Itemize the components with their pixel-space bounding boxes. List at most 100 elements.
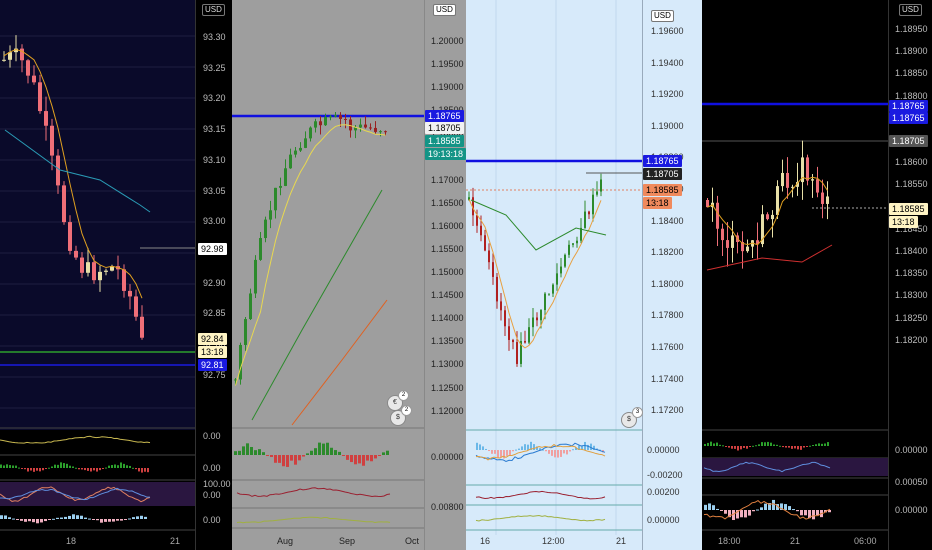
macd-histogram (52, 518, 55, 520)
candle (716, 202, 719, 229)
indicator-histogram (797, 446, 799, 450)
indicator-histogram (57, 464, 59, 468)
line-price-tag: 92.81 (198, 359, 227, 371)
candle (504, 310, 506, 327)
indicator-histogram (737, 446, 739, 451)
macd-histogram (756, 509, 759, 511)
macd-histogram (772, 499, 775, 510)
indicator-histogram (66, 463, 68, 468)
macd-histogram (382, 452, 385, 455)
axis-tick-label: 1.19500 (431, 59, 464, 70)
moving-average-slow (291, 299, 388, 426)
indicator-histogram (803, 446, 805, 448)
candle (86, 262, 90, 273)
macd-histogram (533, 444, 535, 450)
macd-histogram (366, 455, 369, 461)
indicator-line (236, 516, 391, 524)
candle (596, 191, 598, 195)
macd-histogram (12, 518, 15, 520)
indicator-histogram (21, 468, 23, 469)
candle (816, 179, 819, 193)
macd-histogram (8, 517, 11, 519)
indicator-histogram (18, 467, 20, 469)
macd-histogram (238, 450, 241, 455)
axis-tick-label: 1.14000 (431, 313, 464, 324)
macd-histogram (491, 450, 493, 454)
candle (239, 344, 242, 380)
candle (821, 192, 824, 204)
candle (746, 246, 749, 252)
candle (781, 172, 784, 187)
us-flag-event-icon[interactable]: $3 (621, 407, 643, 428)
axis-tick-label: 93.20 (203, 93, 226, 104)
macd-histogram (812, 510, 815, 520)
macd-histogram (740, 510, 743, 518)
macd-histogram (708, 503, 711, 510)
indicator-histogram (707, 442, 709, 446)
chart-pane-eurusd-hourly[interactable]: 1.189501.189001.188501.188001.187501.186… (702, 0, 932, 550)
candle (44, 111, 48, 126)
price-axis-2[interactable]: 1.200001.195001.190001.185001.180001.175… (424, 0, 466, 550)
candle (786, 172, 789, 188)
axis-tick-label: 1.14500 (431, 290, 464, 301)
chart-pane-dxy[interactable]: 93.3093.2593.2093.1593.1093.0593.0092.95… (0, 0, 232, 550)
macd-histogram (784, 504, 787, 510)
time-label: Oct (405, 536, 420, 546)
indicator-histogram (809, 445, 811, 447)
indicator-tick-label: 0.00 (203, 515, 221, 525)
macd-histogram (48, 519, 51, 521)
us-flag-event-icon[interactable]: $2 (390, 405, 412, 426)
indicator-histogram (114, 464, 116, 468)
macd-histogram (476, 442, 478, 450)
candle (329, 116, 332, 118)
chart-pane-eurusd-intraday[interactable]: 1.196001.194001.192001.190001.188001.186… (466, 0, 702, 550)
macd-histogram (358, 455, 361, 464)
macd-histogram (362, 455, 365, 466)
indicator-histogram (30, 468, 32, 471)
chart-pane-eurusd-daily[interactable]: 1.200001.195001.190001.185001.180001.175… (232, 0, 466, 550)
macd-histogram (298, 455, 301, 461)
indicator-histogram (99, 468, 101, 471)
macd-histogram (56, 517, 59, 519)
prev-close-tag: 1.18705 (643, 168, 682, 180)
axis-tick-label: 1.15000 (431, 267, 464, 277)
indicator-histogram (90, 468, 92, 472)
indicator-histogram (800, 446, 802, 450)
macd-histogram (386, 450, 389, 455)
macd-histogram (548, 450, 550, 454)
macd-histogram (370, 455, 373, 462)
indicator-histogram (782, 446, 784, 448)
axis-tick-label: 1.18950 (895, 24, 928, 34)
axis-tick-label: 93.25 (203, 62, 226, 73)
price-axis-3[interactable]: 1.196001.194001.192001.190001.188001.186… (642, 0, 702, 550)
macd-histogram (250, 446, 253, 455)
macd-histogram (800, 510, 803, 516)
candle (496, 276, 498, 302)
candle (324, 117, 327, 126)
axis-tick-label: 1.17200 (651, 405, 684, 416)
candle (580, 227, 582, 241)
indicator-histogram (743, 446, 745, 448)
macd-histogram (488, 450, 490, 451)
indicator-histogram (123, 463, 125, 468)
axis-tick-label: 1.19000 (651, 120, 684, 131)
indicator-histogram (24, 468, 26, 470)
indicator-histogram (773, 444, 775, 446)
macd-histogram (278, 455, 281, 463)
macd-histogram (266, 455, 269, 456)
candle (249, 293, 252, 320)
macd-histogram (36, 519, 39, 524)
indicator-histogram (827, 442, 829, 446)
candle (304, 138, 307, 148)
candle (344, 118, 347, 120)
price-axis-4[interactable]: 1.189501.189001.188501.188001.187501.186… (888, 0, 932, 550)
macd-histogram (286, 455, 289, 467)
indicator-tick-label: 0.00 (203, 490, 221, 500)
price-axis-1[interactable]: 93.3093.2593.2093.1593.1093.0593.0092.95… (195, 0, 232, 550)
candle (339, 115, 342, 119)
macd-histogram (326, 442, 329, 455)
macd-histogram (569, 450, 571, 452)
macd-histogram (262, 452, 265, 455)
macd-histogram (744, 510, 747, 518)
candle (2, 59, 6, 61)
